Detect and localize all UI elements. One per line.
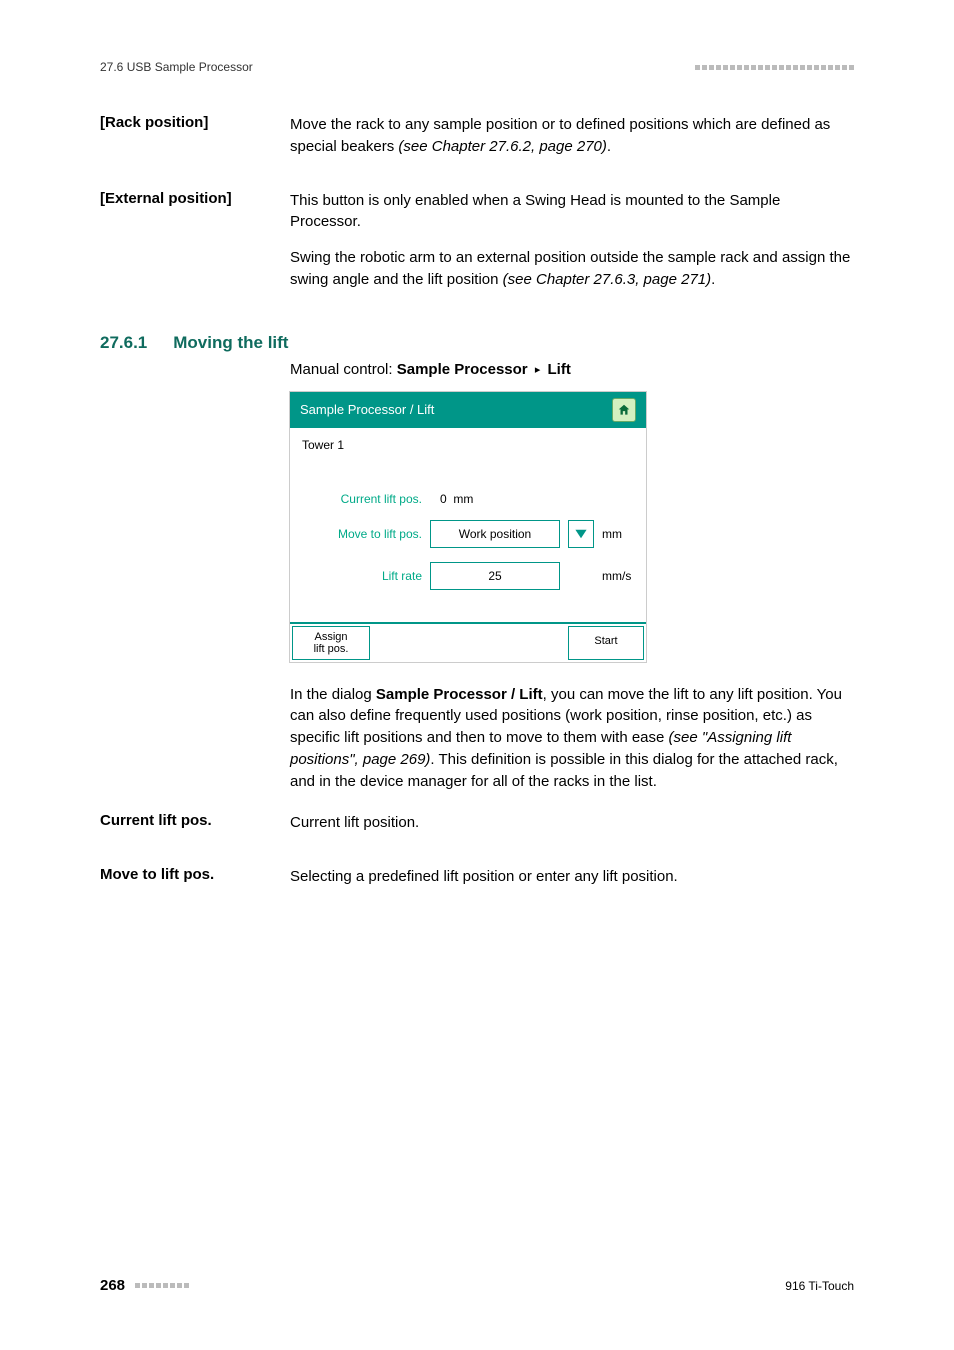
running-header-section: 27.6 USB Sample Processor <box>100 60 253 74</box>
def-label-current-lift-pos: Current lift pos. <box>100 812 290 848</box>
assign-lift-pos-button[interactable]: Assign lift pos. <box>292 626 370 660</box>
label-lift-rate: Lift rate <box>298 569 422 583</box>
section-number: 27.6.1 <box>100 333 147 353</box>
unit-move-to-lift-pos: mm <box>602 527 622 541</box>
text: . <box>607 138 611 155</box>
dialog-title-text: Sample Processor / Lift <box>300 402 434 417</box>
home-button[interactable] <box>612 398 636 422</box>
term-desc-external-position: This button is only enabled when a Swing… <box>290 190 854 305</box>
page-number: 268 <box>100 1277 125 1294</box>
breadcrumb: Manual control: Sample Processor ▸ Lift <box>290 361 854 378</box>
header-ornament <box>695 65 854 70</box>
breadcrumb-sep: ▸ <box>532 364 544 376</box>
term-label-external-position: [External position] <box>100 190 290 305</box>
text: This button is only enabled when a Swing… <box>290 192 780 231</box>
footer-ornament <box>135 1283 189 1288</box>
def-label-move-to-lift-pos: Move to lift pos. <box>100 866 290 902</box>
dialog-sample-processor-lift: Sample Processor / Lift Tower 1 Current … <box>290 392 646 662</box>
dialog-name-inline: Sample Processor / Lift <box>376 686 543 703</box>
breadcrumb-prefix: Manual control: <box>290 361 397 378</box>
breadcrumb-part-1: Sample Processor <box>397 361 528 378</box>
input-lift-rate[interactable]: 25 <box>430 562 560 590</box>
product-name-footer: 916 Ti-Touch <box>785 1279 854 1293</box>
chevron-down-icon <box>574 528 588 540</box>
text: . <box>711 271 715 288</box>
dropdown-move-to-lift-pos[interactable] <box>568 520 594 548</box>
unit-current-lift-pos: mm <box>453 492 473 506</box>
term-desc-rack-position: Move the rack to any sample position or … <box>290 114 854 172</box>
value-current-lift-pos: 0 <box>440 492 447 506</box>
tower-label: Tower 1 <box>298 438 638 452</box>
text: Selecting a predefined lift position or … <box>290 866 678 888</box>
term-label-rack-position: [Rack position] <box>100 114 290 172</box>
section-title: Moving the lift <box>173 333 288 353</box>
def-desc-current-lift-pos: Current lift position. <box>290 812 419 848</box>
label-current-lift-pos: Current lift pos. <box>298 492 422 506</box>
home-icon <box>617 403 631 417</box>
text: Current lift position. <box>290 812 419 834</box>
def-desc-move-to-lift-pos: Selecting a predefined lift position or … <box>290 866 678 902</box>
unit-lift-rate: mm/s <box>602 569 631 583</box>
input-move-to-lift-pos[interactable]: Work position <box>430 520 560 548</box>
breadcrumb-part-2: Lift <box>548 361 571 378</box>
cross-ref: (see Chapter 27.6.2, page 270) <box>398 138 606 155</box>
text: In the dialog <box>290 686 376 703</box>
label-move-to-lift-pos: Move to lift pos. <box>298 527 422 541</box>
cross-ref: (see Chapter 27.6.3, page 271) <box>503 271 711 288</box>
start-button[interactable]: Start <box>568 626 644 660</box>
paragraph-dialog-explanation: In the dialog Sample Processor / Lift, y… <box>290 684 854 793</box>
